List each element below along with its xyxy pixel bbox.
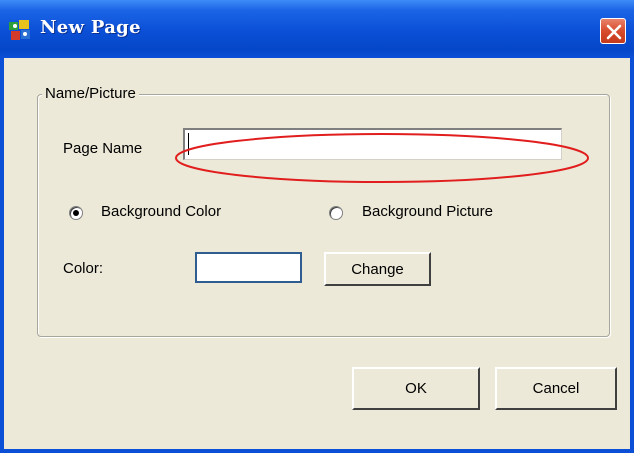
color-label: Color: [63, 260, 104, 277]
window-title: New Page [40, 17, 141, 38]
cancel-button[interactable]: Cancel [495, 367, 617, 410]
group-legend: Name/Picture [42, 85, 139, 102]
close-icon [606, 24, 622, 40]
close-button[interactable] [600, 18, 626, 44]
page-name-input[interactable] [183, 128, 562, 160]
radio-background-picture-label[interactable]: Background Picture [362, 203, 493, 220]
color-swatch [195, 252, 302, 283]
radio-background-color-label[interactable]: Background Color [101, 203, 221, 220]
new-page-dialog: New Page Name/Picture Page Name Backgrou… [0, 0, 634, 453]
app-icon [8, 19, 32, 41]
radio-background-color[interactable] [69, 206, 83, 220]
radio-background-picture[interactable] [329, 206, 343, 220]
change-color-button[interactable]: Change [324, 252, 431, 286]
title-bar[interactable]: New Page [0, 0, 634, 58]
text-caret [188, 133, 189, 155]
page-name-label: Page Name [63, 140, 143, 157]
ok-button[interactable]: OK [352, 367, 480, 410]
